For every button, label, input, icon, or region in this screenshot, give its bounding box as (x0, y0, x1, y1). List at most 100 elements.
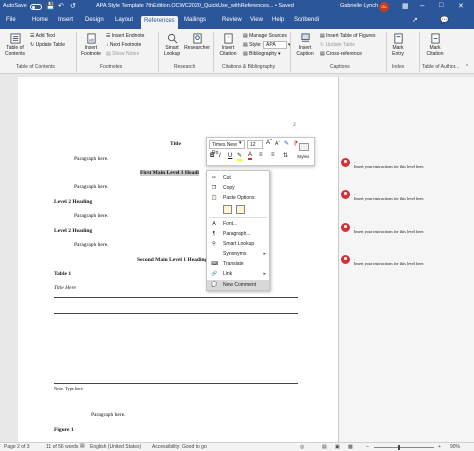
collapse-ribbon-icon[interactable]: ⌃ (465, 64, 469, 70)
comment-card[interactable]: - Insert your instructions for this leve… (341, 223, 471, 237)
add-text-button[interactable]: ☰ Add Text (30, 33, 55, 39)
tab-help[interactable]: Help (272, 17, 284, 23)
accessibility-status[interactable]: Accessibility: Good to go (152, 444, 207, 450)
doc-title[interactable]: Title (170, 141, 181, 147)
paste-text-only-icon[interactable] (236, 205, 245, 214)
menu-item-paragraph[interactable]: ¶ Paragraph... (207, 229, 269, 239)
zoom-slider[interactable] (374, 447, 434, 448)
chevron-down-icon[interactable]: ▾ (239, 140, 242, 146)
autosave-toggle[interactable] (30, 4, 42, 10)
figure-label[interactable]: Figure 1 (54, 427, 74, 433)
zoom-in-icon[interactable]: + (438, 444, 441, 450)
tab-view[interactable]: View (250, 17, 263, 23)
comment-card[interactable]: - Insert your instructions for this leve… (341, 158, 471, 172)
tab-mailings[interactable]: Mailings (184, 17, 206, 23)
paragraph[interactable]: Paragraph here. (74, 213, 109, 219)
tab-design[interactable]: Design (85, 17, 104, 23)
paste-keep-formatting-icon[interactable] (223, 205, 232, 214)
ribbon-options-icon[interactable]: ▦ (402, 2, 409, 10)
tab-review[interactable]: Review (222, 17, 242, 23)
print-layout-icon[interactable]: ▣ (335, 444, 340, 450)
heading-level2[interactable]: Level 2 Heading (54, 228, 92, 234)
insert-endnote-button[interactable]: ☰ Insert Endnote (106, 33, 144, 39)
menu-item-synonyms[interactable]: Synonyms ▸ (207, 249, 269, 259)
styles-button[interactable]: Styles (297, 154, 309, 159)
insert-citation-button[interactable]: ” Insert Citation (215, 33, 241, 57)
tab-layout[interactable]: Layout (115, 17, 133, 23)
manage-sources-button[interactable]: ▤ Manage Sources (243, 33, 287, 39)
comment-card[interactable]: - Insert your instructions for this leve… (341, 190, 471, 204)
undo-icon[interactable]: ↶ (58, 2, 64, 10)
bibliography-button[interactable]: ▤ Bibliography ▾ (243, 51, 281, 57)
paragraph[interactable]: Paragraph here. (74, 184, 109, 190)
format-painter-icon[interactable]: ✎ (284, 140, 289, 147)
update-table-figures-button[interactable]: ↻ Update Table (320, 42, 355, 48)
web-layout-icon[interactable]: ▩ (348, 444, 353, 450)
focus-icon[interactable]: ◎ (300, 444, 304, 450)
paragraph[interactable]: Paragraph here. (74, 242, 109, 248)
save-icon[interactable]: 💾 (46, 2, 55, 10)
tab-insert[interactable]: Insert (58, 17, 73, 23)
update-table-button[interactable]: ↻ Update Table (30, 42, 65, 48)
zoom-out-icon[interactable]: – (366, 444, 369, 450)
insert-footnote-button[interactable]: ab Insert Footnote (78, 33, 104, 57)
cross-reference-button[interactable]: ▤ Cross-reference (320, 51, 362, 57)
zoom-level[interactable]: 90% (450, 444, 460, 450)
tab-file[interactable]: File (6, 17, 16, 23)
table-title[interactable]: Title Here (54, 285, 76, 291)
zoom-slider-thumb[interactable] (398, 445, 400, 450)
word-count[interactable]: 11 of 56 words (46, 444, 78, 450)
shrink-font-icon[interactable]: Aˇ (275, 141, 280, 147)
researcher-button[interactable]: Researcher (184, 33, 210, 51)
redo-icon[interactable]: ↺ (70, 2, 76, 10)
highlight-icon[interactable]: ✎ (237, 152, 243, 161)
heading-level1[interactable]: Second Main Level 1 Heading (137, 257, 207, 263)
table-of-contents-button[interactable]: Table of Contents (4, 33, 26, 57)
maximize-icon[interactable]: □ (439, 2, 443, 9)
underline-button[interactable]: U (228, 153, 232, 159)
user-avatar[interactable]: GL (379, 2, 389, 12)
menu-item-cut[interactable]: ✂ Cut (207, 173, 269, 183)
bullets-icon[interactable]: ≡ (259, 152, 263, 158)
comment-card[interactable]: - Insert your instructions for this leve… (341, 255, 471, 269)
heading-level1[interactable]: First Main Level 1 Headi (140, 170, 199, 176)
mark-citation-button[interactable]: Mark Citation (423, 33, 447, 57)
show-notes-button[interactable]: ▤ Show Notes (106, 51, 139, 57)
page-count[interactable]: Page 2 of 3 (4, 444, 30, 450)
minimize-icon[interactable]: – (420, 1, 424, 10)
read-mode-icon[interactable]: ▤ (322, 444, 327, 450)
line-spacing-icon[interactable]: ⇅ (283, 152, 288, 159)
smart-lookup-button[interactable]: Smart Lookup (160, 33, 184, 57)
language-status[interactable]: English (United States) (90, 444, 141, 450)
tab-references[interactable]: References (141, 16, 178, 29)
insert-caption-button[interactable]: Insert Caption (292, 33, 318, 57)
styles-icon[interactable] (299, 143, 309, 151)
mark-entry-button[interactable]: Mark Entry (388, 33, 408, 57)
font-size-select[interactable]: 12 (247, 140, 263, 149)
comments-icon[interactable]: 💬 (440, 16, 449, 24)
font-color-icon[interactable]: A (248, 152, 253, 160)
proofing-icon[interactable]: ▤ (80, 443, 85, 449)
bold-button[interactable]: B (210, 153, 214, 159)
insert-table-of-figures-button[interactable]: ▤ Insert Table of Figures (320, 33, 376, 39)
share-icon[interactable]: ↗ (412, 16, 418, 24)
menu-item-new-comment[interactable]: 💬 New Comment (207, 280, 269, 290)
styles-pane-icon[interactable]: ⁋ (294, 140, 298, 147)
heading-level2[interactable]: Level 2 Heading (54, 199, 92, 205)
menu-item-smart-lookup[interactable]: ⚲ Smart Lookup (207, 239, 269, 249)
tab-home[interactable]: Home (32, 17, 48, 23)
paragraph[interactable]: Paragraph here. (91, 412, 126, 418)
menu-item-link[interactable]: 🔗 Link ▸ (207, 269, 269, 279)
close-icon[interactable]: ✕ (458, 2, 464, 10)
grow-font-icon[interactable]: Aˆ (266, 140, 272, 146)
next-footnote-button[interactable]: ↓ Next Footnote (106, 42, 141, 48)
table-note[interactable]: Note. Type here. (54, 386, 84, 391)
style-selector[interactable]: ▤ Style: APA ▾ (243, 41, 291, 49)
italic-button[interactable]: I (219, 153, 221, 159)
menu-item-translate[interactable]: ⌨ Translate (207, 259, 269, 269)
menu-item-font[interactable]: A Font... (207, 219, 269, 229)
numbering-icon[interactable]: ≡ (271, 152, 275, 158)
tab-scribendi[interactable]: Scribendi (294, 17, 319, 23)
user-name[interactable]: Gabrielle Lynch (340, 3, 378, 9)
paragraph[interactable]: Paragraph here. (74, 156, 109, 162)
